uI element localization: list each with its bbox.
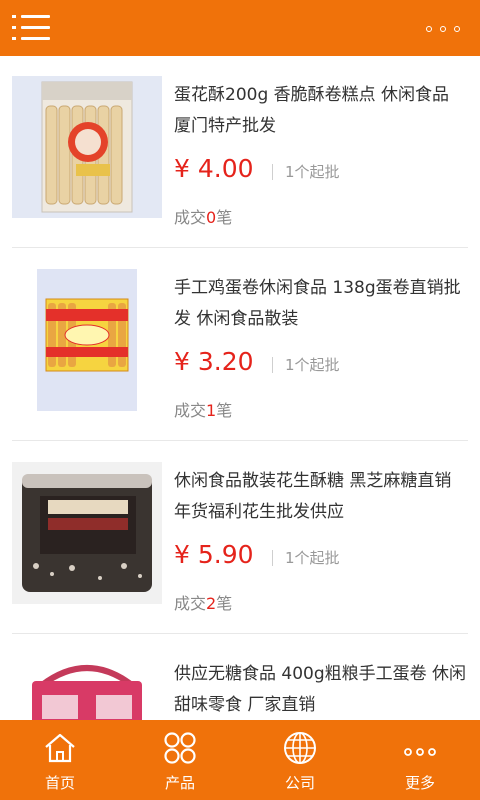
product-image[interactable]: [12, 462, 162, 604]
divider: [12, 247, 468, 248]
product-price: ¥ 5.90: [174, 540, 254, 569]
nav-more[interactable]: 更多: [360, 720, 480, 800]
sold-count: 0: [206, 208, 217, 227]
grid-icon: [164, 732, 196, 764]
product-item[interactable]: 手工鸡蛋卷休闲食品 138g蛋卷直销批发 休闲食品散装 ¥ 3.20 1个起批 …: [0, 249, 480, 442]
sold-count: 2: [206, 594, 217, 613]
home-icon: [45, 733, 75, 763]
product-title[interactable]: 蛋花酥200g 香脆酥卷糕点 休闲食品 厦门特产批发: [174, 80, 468, 142]
sold-count: 1: [206, 401, 217, 420]
nav-label: 更多: [404, 774, 435, 792]
nav-label: 首页: [44, 774, 75, 792]
nav-label: 公司: [284, 774, 315, 792]
divider: [12, 633, 468, 634]
product-list: 蛋花酥200g 香脆酥卷糕点 休闲食品 厦门特产批发 ¥ 4.00 1个起批 成…: [0, 56, 480, 720]
globe-icon: [284, 732, 316, 764]
product-title[interactable]: 手工鸡蛋卷休闲食品 138g蛋卷直销批发 休闲食品散装: [174, 273, 468, 335]
top-bar: [0, 0, 480, 56]
min-order-label: 1个起批: [272, 357, 340, 373]
more-dots-icon: [404, 748, 436, 756]
nav-company[interactable]: 公司: [240, 720, 360, 800]
min-order-label: 1个起批: [272, 164, 340, 180]
product-item[interactable]: 蛋花酥200g 香脆酥卷糕点 休闲食品 厦门特产批发 ¥ 4.00 1个起批 成…: [0, 56, 480, 249]
product-image[interactable]: [12, 269, 162, 411]
product-item[interactable]: 供应无糖食品 400g粗粮手工蛋卷 休闲甜味零食 厂家直销: [0, 635, 480, 720]
product-price: ¥ 3.20: [174, 347, 254, 376]
nav-products[interactable]: 产品: [120, 720, 240, 800]
menu-button[interactable]: [12, 14, 52, 42]
sold-count-label: 成交2笔: [174, 594, 233, 613]
nav-home[interactable]: 首页: [0, 720, 120, 800]
product-image[interactable]: [12, 76, 162, 218]
more-button[interactable]: [424, 20, 466, 36]
sold-count-label: 成交0笔: [174, 208, 233, 227]
divider: [12, 440, 468, 441]
min-order-label: 1个起批: [272, 550, 340, 566]
sold-count-label: 成交1笔: [174, 401, 233, 420]
product-price: ¥ 4.00: [174, 154, 254, 183]
product-title[interactable]: 供应无糖食品 400g粗粮手工蛋卷 休闲甜味零食 厂家直销: [174, 659, 468, 720]
product-title[interactable]: 休闲食品散装花生酥糖 黑芝麻糖直销年货福利花生批发供应: [174, 466, 468, 528]
bottom-nav: 首页 产品 公司 更多: [0, 720, 480, 800]
product-item[interactable]: 休闲食品散装花生酥糖 黑芝麻糖直销年货福利花生批发供应 ¥ 5.90 1个起批 …: [0, 442, 480, 635]
nav-label: 产品: [164, 774, 195, 792]
product-image[interactable]: [12, 655, 162, 720]
